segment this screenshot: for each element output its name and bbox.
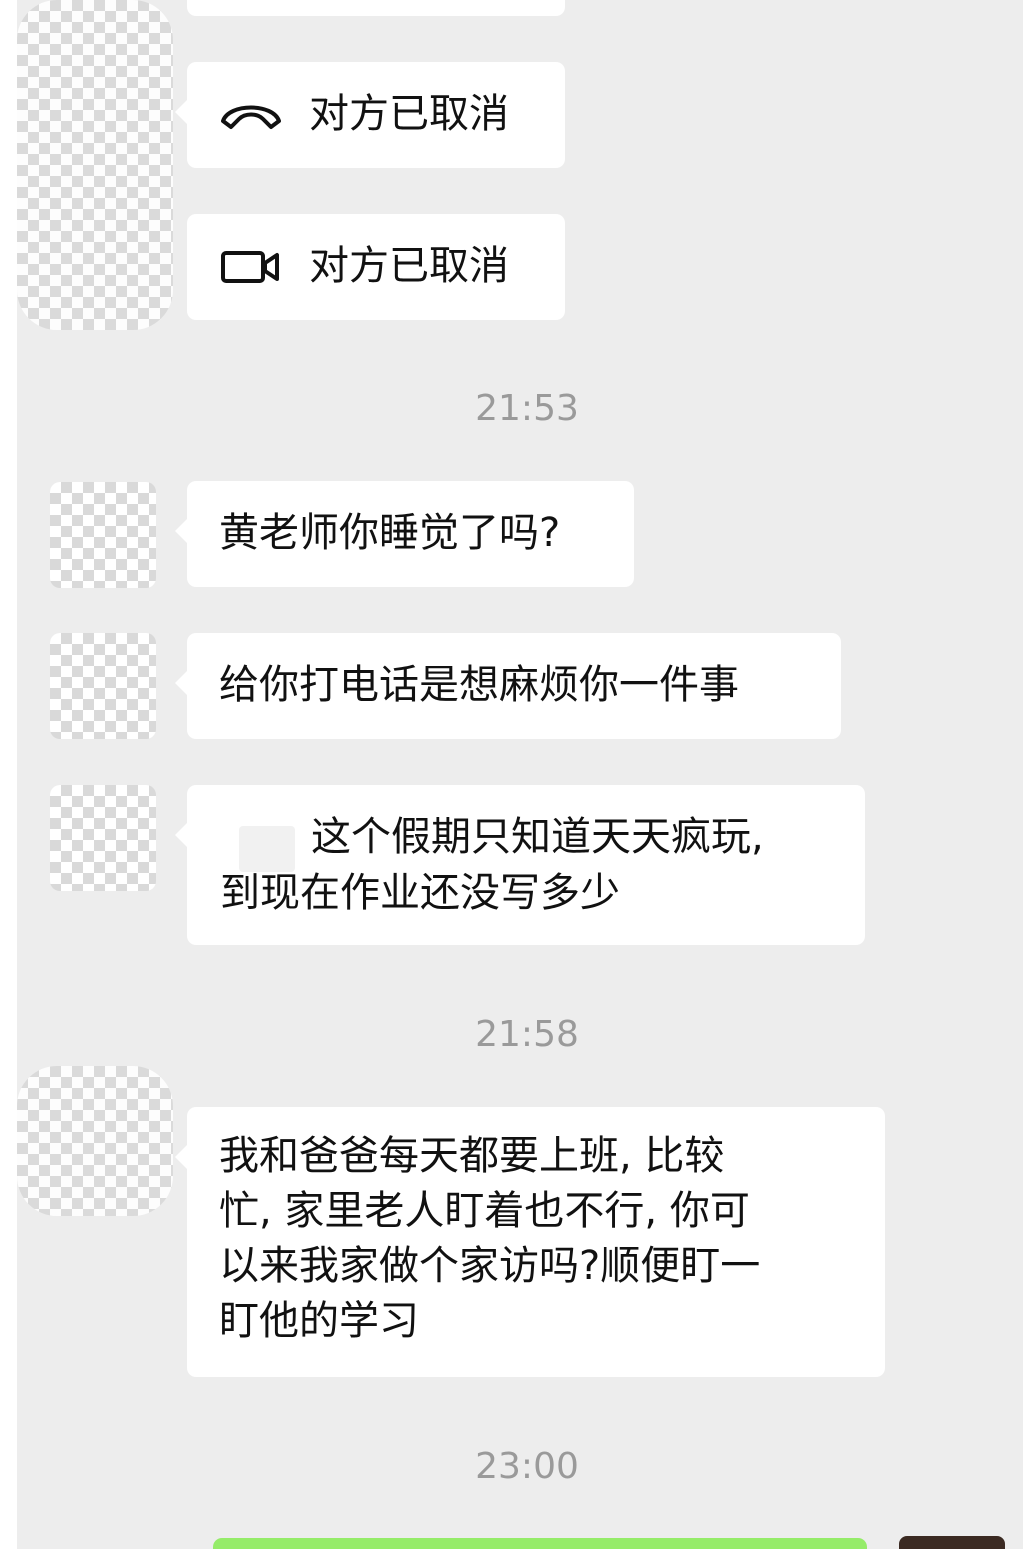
message-bubble[interactable]: 我和爸爸每天都要上班, 比较 忙, 家里老人盯着也不行, 你可 以来我家做个家访… <box>175 1107 885 1377</box>
avatar[interactable] <box>50 785 156 891</box>
message-text-line: 盯他的学习 <box>219 1298 419 1344</box>
phone-hangup-icon <box>221 105 281 129</box>
call-status-text: 对方已取消 <box>309 243 509 289</box>
message-text: 黄老师你睡觉了吗? <box>219 510 561 556</box>
partial-message-bubble[interactable] <box>187 0 565 16</box>
chat-panel: 对方已取消 对方已取消 21:53 黄老师你睡觉了吗? 给你打电话是想麻烦你一件… <box>17 0 1023 1549</box>
message-text-line: 以来我家做个家访吗?顺便盯一 <box>219 1243 761 1289</box>
redacted-name <box>239 826 295 872</box>
message-text-line: 这个假期只知道天天疯玩, <box>311 814 764 860</box>
video-call-bubble[interactable]: 对方已取消 <box>187 214 565 320</box>
avatar[interactable] <box>50 482 156 588</box>
avatar-blurred[interactable] <box>17 1066 173 1216</box>
video-camera-icon <box>221 250 279 283</box>
message-bubble[interactable]: 给你打电话是想麻烦你一件事 <box>175 633 841 739</box>
message-text-line: 到现在作业还没写多少 <box>220 870 620 916</box>
message-text: 给你打电话是想麻烦你一件事 <box>219 662 739 708</box>
timestamp: 23:00 <box>475 1446 579 1487</box>
message-bubble[interactable]: 黄老师你睡觉了吗? <box>175 481 634 587</box>
self-avatar[interactable] <box>899 1536 1005 1549</box>
timestamp: 21:58 <box>475 1014 579 1055</box>
timestamp: 21:53 <box>475 388 579 429</box>
avatar[interactable] <box>50 633 156 739</box>
outgoing-message-bubble[interactable] <box>213 1538 867 1549</box>
avatar-blurred <box>17 0 173 330</box>
call-status-text: 对方已取消 <box>309 91 509 137</box>
voice-call-bubble[interactable]: 对方已取消 <box>175 62 565 168</box>
message-text-line: 忙, 家里老人盯着也不行, 你可 <box>219 1188 750 1234</box>
message-text-line: 我和爸爸每天都要上班, 比较 <box>219 1133 725 1179</box>
